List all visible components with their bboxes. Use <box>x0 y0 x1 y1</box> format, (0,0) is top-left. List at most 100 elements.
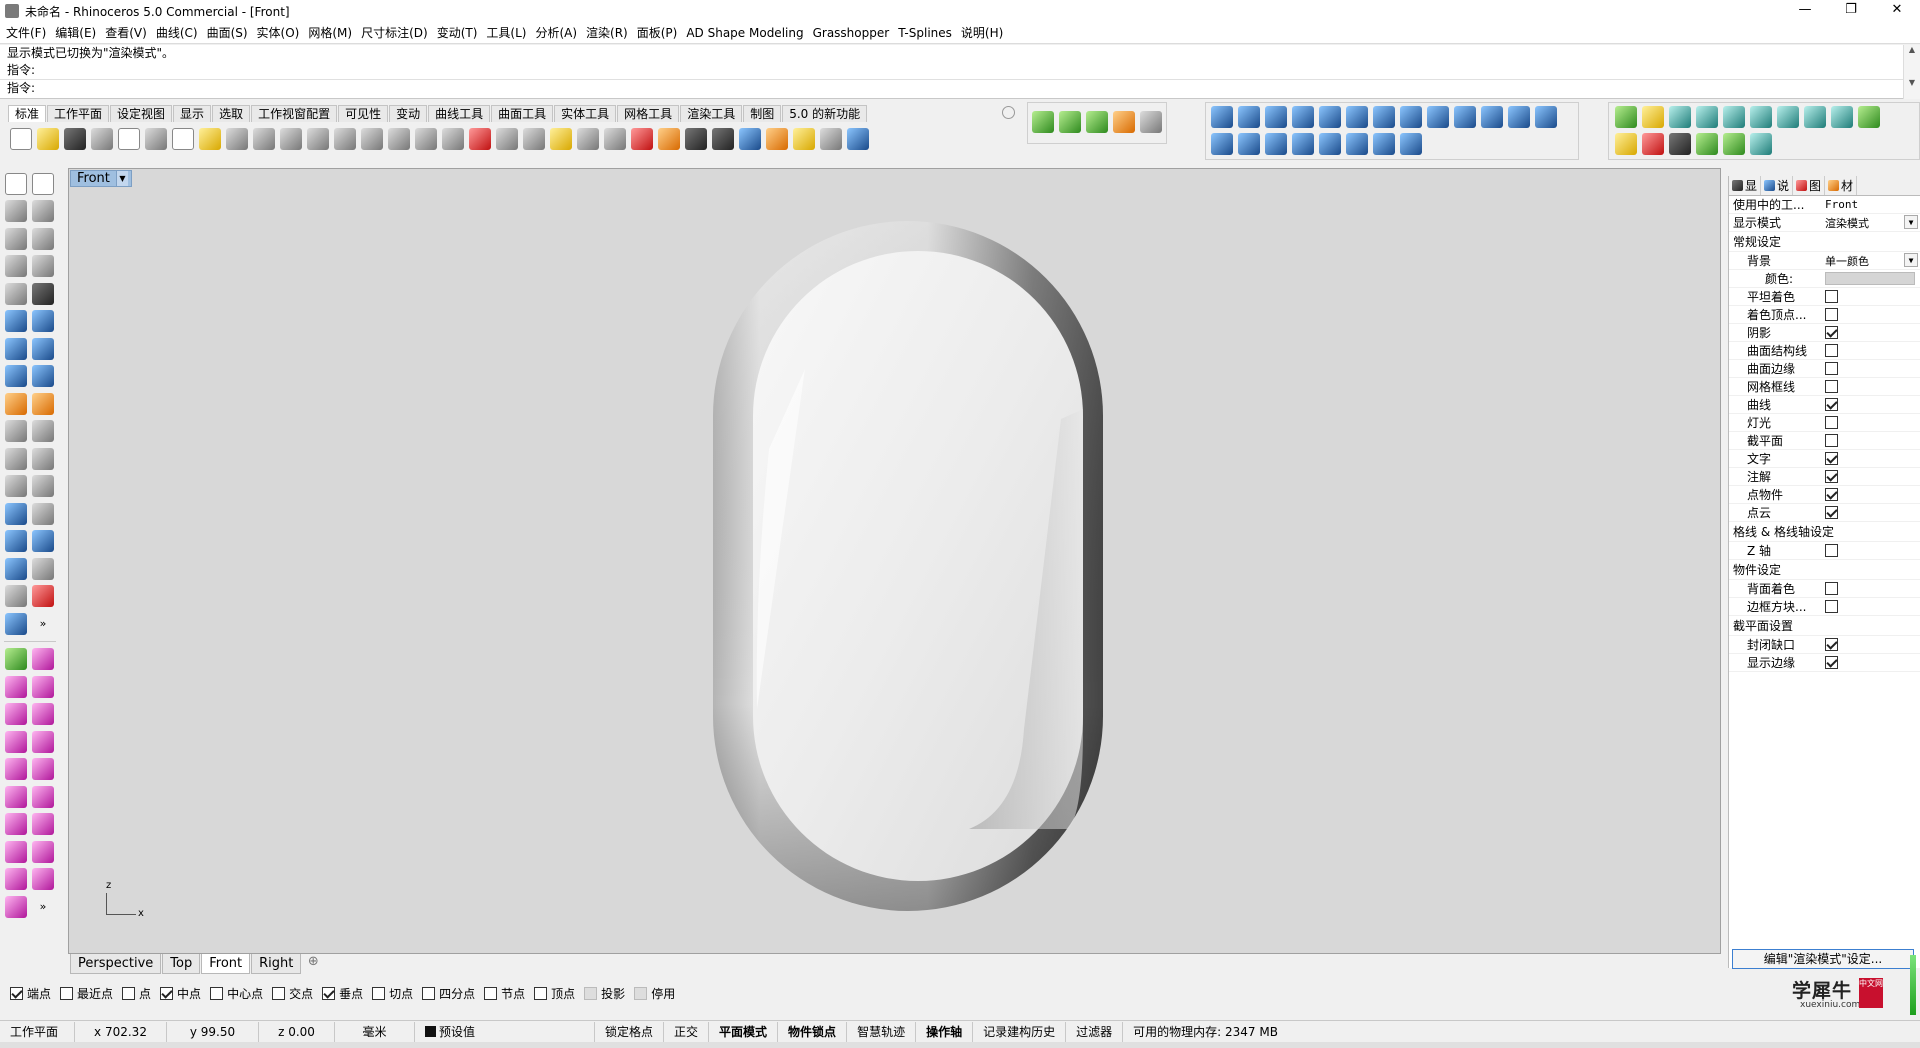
background-color-swatch[interactable] <box>1825 272 1915 285</box>
display-option-checkbox[interactable] <box>1825 488 1838 501</box>
select-points-icon[interactable] <box>550 128 572 150</box>
shape-icon[interactable] <box>1804 106 1826 128</box>
sweep-icon[interactable] <box>32 310 54 333</box>
cplane-icon[interactable] <box>523 128 545 150</box>
shape-icon[interactable] <box>1642 106 1664 128</box>
tspline-insert-icon[interactable] <box>5 840 27 863</box>
lock-icon[interactable] <box>604 128 626 150</box>
toolbar-tab[interactable]: 选取 <box>212 105 251 122</box>
document-green-icon[interactable] <box>1086 111 1108 133</box>
point-icon[interactable] <box>32 172 54 195</box>
menu-item[interactable]: AD Shape Modeling <box>686 26 803 40</box>
toolbar-tab[interactable]: 曲面工具 <box>491 105 554 122</box>
viewport-menu-dropdown-icon[interactable]: ▼ <box>115 171 128 186</box>
front-viewport[interactable] <box>68 168 1721 954</box>
shape-icon[interactable] <box>1750 106 1772 128</box>
tspline-icon[interactable] <box>1535 106 1557 128</box>
rendered-sphere-icon[interactable] <box>712 128 734 150</box>
toolbar-tab[interactable]: 设定视图 <box>110 105 173 122</box>
tspline-crease-icon[interactable] <box>32 785 54 808</box>
rectangle-icon[interactable] <box>32 255 54 278</box>
new-file-icon[interactable] <box>10 128 32 150</box>
tspline-loft-icon[interactable] <box>32 730 54 753</box>
display-option-checkbox[interactable] <box>1825 308 1838 321</box>
menu-item[interactable]: 工具(L) <box>486 24 526 41</box>
osnap-option[interactable]: 投影 <box>584 985 625 1002</box>
walkabout-icon[interactable] <box>496 128 518 150</box>
menu-item[interactable]: 说明(H) <box>961 24 1003 41</box>
arc-icon[interactable] <box>5 282 27 305</box>
status-gumball[interactable]: 操作轴 <box>916 1021 974 1042</box>
tspline-edit-icon[interactable] <box>5 785 27 808</box>
osnap-option[interactable]: 四分点 <box>422 985 475 1002</box>
display-option-checkbox[interactable] <box>1825 362 1838 375</box>
curve-icon[interactable] <box>32 200 54 223</box>
osnap-checkbox[interactable] <box>534 986 548 1000</box>
points-icon[interactable] <box>32 447 54 470</box>
osnap-checkbox[interactable] <box>372 986 386 1000</box>
tspline-weld-icon[interactable] <box>5 813 27 836</box>
tspline-icon[interactable] <box>1238 106 1260 128</box>
zoom-selected-icon[interactable] <box>388 128 410 150</box>
close-button[interactable]: ✕ <box>1874 0 1920 22</box>
osnap-checkbox[interactable] <box>634 986 648 1000</box>
status-history[interactable]: 记录建构历史 <box>973 1021 1067 1042</box>
menu-item[interactable]: 尺寸标注(D) <box>361 24 428 41</box>
status-cplane[interactable]: 工作平面 <box>0 1021 75 1042</box>
render-icon[interactable] <box>739 128 761 150</box>
mesh-icon[interactable] <box>32 365 54 388</box>
status-layer[interactable]: 预设值 <box>415 1021 595 1042</box>
osnap-checkbox[interactable] <box>210 986 224 1000</box>
tspline-plane-icon[interactable] <box>5 703 27 726</box>
display-option-checkbox[interactable] <box>1825 344 1838 357</box>
shape-icon[interactable] <box>1669 133 1691 155</box>
car-icon[interactable] <box>469 128 491 150</box>
tspline-icon[interactable] <box>1454 106 1476 128</box>
document-orange-icon[interactable] <box>1113 111 1135 133</box>
rotate-view-icon[interactable] <box>415 128 437 150</box>
tspline-extrude-icon[interactable] <box>5 730 27 753</box>
display-option-checkbox[interactable] <box>1825 434 1838 447</box>
toolbar-tab[interactable]: 显示 <box>173 105 212 122</box>
zoom-window-icon[interactable] <box>334 128 356 150</box>
display-option-checkbox[interactable] <box>1825 506 1838 519</box>
menu-item[interactable]: 网格(M) <box>308 24 352 41</box>
tspline-icon[interactable] <box>1238 133 1260 155</box>
analyze-icon[interactable] <box>32 585 54 608</box>
toolbar-tab[interactable]: 工作视窗配置 <box>251 105 338 122</box>
menu-item[interactable]: 渲染(R) <box>586 24 628 41</box>
minimize-button[interactable]: — <box>1782 0 1828 22</box>
surface-icon[interactable] <box>5 310 27 333</box>
osnap-checkbox[interactable] <box>584 986 598 1000</box>
add-viewport-tab-icon[interactable]: ⊕ <box>302 954 324 969</box>
status-units[interactable]: 毫米 <box>335 1021 415 1042</box>
edit-display-mode-button[interactable]: 编辑"渲染模式"设定... <box>1732 949 1914 969</box>
tspline-icon[interactable] <box>1265 106 1287 128</box>
toolbar-tab[interactable]: 实体工具 <box>554 105 617 122</box>
shape-icon[interactable] <box>1777 106 1799 128</box>
expand-chevron-icon[interactable]: » <box>32 896 54 918</box>
folder-green-icon[interactable] <box>1059 111 1081 133</box>
shape-icon[interactable] <box>1642 133 1664 155</box>
menu-item[interactable]: 曲线(C) <box>156 24 198 41</box>
edit-points-icon[interactable] <box>32 475 54 498</box>
mirror-icon[interactable] <box>32 530 54 553</box>
osnap-checkbox[interactable] <box>322 986 336 1000</box>
gear-tool-icon[interactable] <box>5 392 27 415</box>
viewport-title[interactable]: Front ▼ <box>70 170 132 187</box>
tspline-sweep-icon[interactable] <box>5 758 27 781</box>
section-grid[interactable]: 格线 & 格线轴设定 <box>1729 522 1920 542</box>
osnap-option[interactable]: 节点 <box>484 985 525 1002</box>
grid-array-icon[interactable] <box>5 585 27 608</box>
cut-icon[interactable] <box>145 128 167 150</box>
scroll-up-icon[interactable]: ▲ <box>1904 45 1920 54</box>
render-sphere-icon[interactable] <box>685 128 707 150</box>
dimension-icon[interactable] <box>820 128 842 150</box>
toolbar-tab[interactable]: 标准 <box>8 105 47 122</box>
display-option-checkbox[interactable] <box>1825 452 1838 465</box>
tab-materials[interactable]: 材 <box>1825 176 1858 195</box>
background-select[interactable]: 单一颜色 ▼ <box>1825 252 1920 269</box>
section-general[interactable]: 常规设定 <box>1729 232 1920 252</box>
shape-icon[interactable] <box>1696 106 1718 128</box>
osnap-checkbox[interactable] <box>272 986 286 1000</box>
